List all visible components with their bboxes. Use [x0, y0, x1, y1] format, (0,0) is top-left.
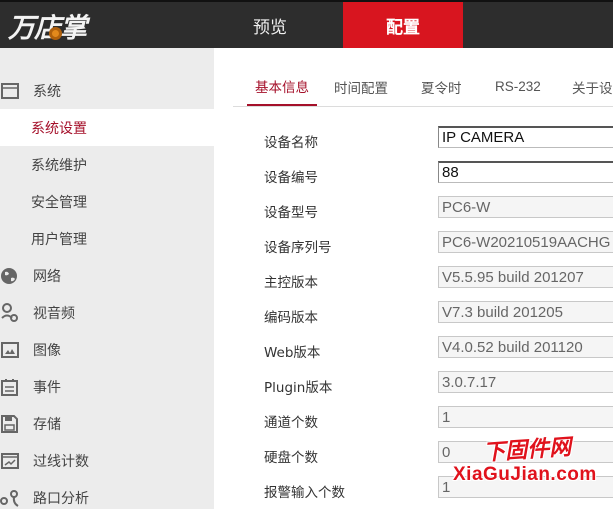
floppy-disk-icon: [0, 414, 20, 434]
field-label: 报警输入个数: [264, 485, 345, 501]
nav-tab-config[interactable]: 配置: [343, 2, 463, 48]
logo-aperture-icon: [49, 27, 62, 40]
window-icon: [0, 81, 20, 101]
form-row-hdd-count: 硬盘个数: [214, 441, 613, 471]
field-label: 编码版本: [264, 310, 318, 326]
form-row-device-number: 设备编号: [214, 161, 613, 191]
form-row-plugin-version: Plugin版本: [214, 371, 613, 401]
hdd-count-field: [438, 441, 613, 463]
logo-text: 万店掌: [8, 12, 87, 44]
sidebar-item-label: 路口分析: [33, 490, 89, 507]
sidebar-item-label: 安全管理: [31, 194, 87, 211]
web-version-field: [438, 336, 613, 358]
field-label: 设备编号: [264, 170, 318, 186]
audio-video-icon: [0, 302, 20, 323]
globe-icon: [0, 266, 20, 286]
calendar-icon: [0, 377, 20, 397]
tab-daylight-saving[interactable]: 夏令时: [421, 68, 462, 105]
sidebar-item-label: 系统维护: [31, 157, 87, 174]
top-navigation-bar: 万店掌 预览 配置: [0, 0, 613, 48]
form-row-channel-count: 通道个数: [214, 406, 613, 436]
sidebar-item-system-settings[interactable]: 系统设置: [0, 109, 214, 146]
field-label: 硬盘个数: [264, 450, 318, 466]
sidebar-item-label: 过线计数: [33, 453, 89, 470]
field-label: 主控版本: [264, 275, 318, 291]
device-model-field: [438, 196, 613, 218]
sidebar-item-label: 图像: [33, 342, 61, 359]
plugin-version-field: [438, 371, 613, 393]
channel-count-field: [438, 406, 613, 428]
sidebar-item-user-management[interactable]: 用户管理: [0, 220, 214, 257]
sidebar-item-events[interactable]: 事件: [0, 368, 214, 405]
nav-tab-preview[interactable]: 预览: [211, 2, 329, 48]
sidebar-item-network[interactable]: 网络: [0, 257, 214, 294]
sidebar-item-label: 用户管理: [31, 231, 87, 248]
sidebar-item-line-crossing-count[interactable]: 过线计数: [0, 442, 214, 479]
tab-time-config[interactable]: 时间配置: [334, 68, 388, 105]
form-row-device-name: 设备名称: [214, 126, 613, 156]
tab-basic-info[interactable]: 基本信息: [247, 68, 317, 106]
sidebar-item-audio-video[interactable]: 视音频: [0, 294, 214, 331]
encoder-version-field: [438, 301, 613, 323]
firmware-version-field: [438, 266, 613, 288]
device-name-input[interactable]: [438, 126, 613, 148]
form-row-firmware-version: 主控版本: [214, 266, 613, 296]
sidebar-item-intersection-analysis[interactable]: 路口分析: [0, 479, 214, 516]
sidebar-item-label: 系统: [33, 83, 61, 100]
field-label: Plugin版本: [264, 380, 333, 396]
tab-about-device[interactable]: 关于设: [572, 68, 613, 105]
sidebar-item-storage[interactable]: 存储: [0, 405, 214, 442]
sidebar-item-label: 存储: [33, 416, 61, 433]
field-label: 通道个数: [264, 415, 318, 431]
form-row-web-version: Web版本: [214, 336, 613, 366]
device-number-input[interactable]: [438, 161, 613, 183]
alarm-input-count-field: [438, 476, 613, 498]
serial-number-field: [438, 231, 613, 253]
field-label: 设备型号: [264, 205, 318, 221]
main-content: 基本信息 时间配置 夏令时 RS-232 关于设 设备名称 设备编号 设备型号 …: [214, 48, 613, 509]
intersection-icon: [0, 488, 20, 508]
sidebar: 系统 系统设置 系统维护 安全管理 用户管理 网络 视音频 图像 事件 存储 过…: [0, 48, 214, 509]
form-row-encoder-version: 编码版本: [214, 301, 613, 331]
form-row-alarm-input-count: 报警输入个数: [214, 476, 613, 506]
settings-tabs: 基本信息 时间配置 夏令时 RS-232 关于设: [233, 68, 613, 107]
field-label: 设备名称: [264, 135, 318, 151]
sidebar-item-system[interactable]: 系统: [0, 72, 214, 109]
sidebar-item-system-maintenance[interactable]: 系统维护: [0, 146, 214, 183]
sidebar-item-security-management[interactable]: 安全管理: [0, 183, 214, 220]
sidebar-item-label: 事件: [33, 379, 61, 396]
sidebar-item-label: 视音频: [33, 305, 75, 322]
form-row-device-model: 设备型号: [214, 196, 613, 226]
sidebar-item-image[interactable]: 图像: [0, 331, 214, 368]
sidebar-item-label: 网络: [33, 268, 61, 285]
image-icon: [0, 340, 20, 360]
field-label: 设备序列号: [264, 240, 332, 256]
chart-counter-icon: [0, 451, 20, 471]
tab-rs232[interactable]: RS-232: [495, 68, 541, 105]
form-row-serial-number: 设备序列号: [214, 231, 613, 261]
field-label: Web版本: [264, 345, 321, 361]
sidebar-item-label: 系统设置: [31, 120, 87, 137]
brand-logo: 万店掌: [8, 8, 87, 44]
